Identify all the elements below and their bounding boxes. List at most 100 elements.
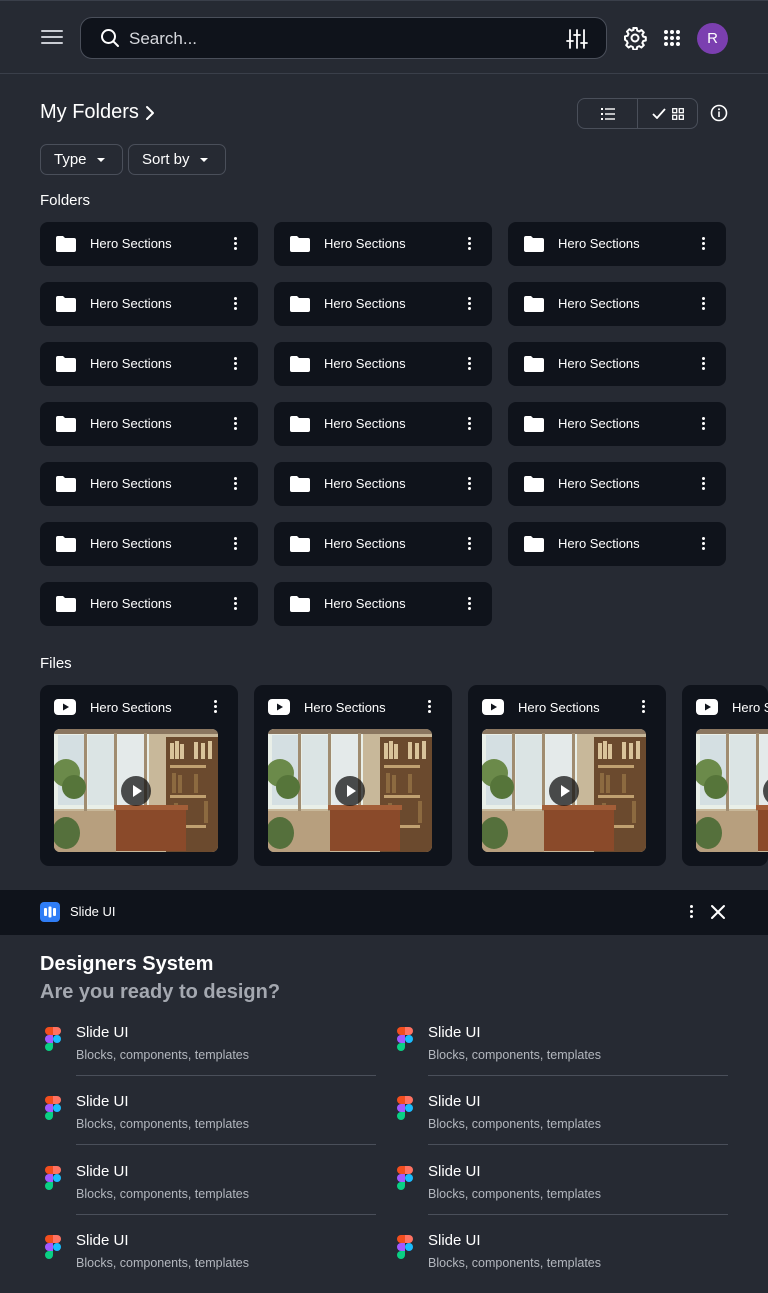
folder-name: Hero Sections [90, 296, 172, 311]
folder-card[interactable]: Hero Sections [40, 582, 258, 626]
folder-card[interactable]: Hero Sections [274, 402, 492, 446]
design-system-item[interactable]: Slide UI Blocks, components, templates [392, 1232, 728, 1288]
menu-icon[interactable] [40, 27, 64, 49]
play-icon[interactable] [121, 776, 151, 806]
item-title: Slide UI [76, 1231, 129, 1249]
kebab-icon[interactable] [702, 237, 706, 251]
folder-card[interactable]: Hero Sections [508, 282, 726, 326]
design-system-item[interactable]: Slide UI Blocks, components, templates [40, 1093, 376, 1149]
kebab-icon[interactable] [468, 417, 472, 431]
play-icon[interactable] [335, 776, 365, 806]
kebab-icon[interactable] [702, 357, 706, 371]
folder-card[interactable]: Hero Sections [508, 222, 726, 266]
file-name: Hero Sections [90, 700, 172, 715]
folder-card[interactable]: Hero Sections [274, 582, 492, 626]
folder-card[interactable]: Hero Sections [508, 462, 726, 506]
search-box[interactable] [80, 17, 607, 59]
kebab-icon[interactable] [642, 700, 646, 714]
folder-card[interactable]: Hero Sections [40, 282, 258, 326]
item-description: Blocks, components, templates [76, 1186, 249, 1201]
kebab-icon[interactable] [234, 357, 238, 371]
file-thumbnail [268, 729, 432, 852]
kebab-icon[interactable] [234, 597, 238, 611]
folder-card[interactable]: Hero Sections [40, 222, 258, 266]
list-view-button[interactable] [578, 99, 637, 128]
design-system-item[interactable]: Slide UI Blocks, components, templates [392, 1163, 728, 1219]
office-thumbnail-image [696, 729, 768, 852]
folders-heading: Folders [40, 192, 91, 209]
folder-name: Hero Sections [90, 596, 172, 611]
type-filter[interactable]: Type [40, 144, 123, 175]
folder-card[interactable]: Hero Sections [274, 222, 492, 266]
design-system-item[interactable]: Slide UI Blocks, components, templates [392, 1024, 728, 1080]
kebab-icon[interactable] [428, 700, 432, 714]
folder-name: Hero Sections [558, 236, 640, 251]
folder-card[interactable]: Hero Sections [508, 402, 726, 446]
kebab-icon[interactable] [468, 237, 472, 251]
file-card[interactable]: Hero Sections [40, 685, 238, 866]
avatar[interactable]: R [697, 23, 728, 54]
folder-name: Hero Sections [90, 536, 172, 551]
folder-card[interactable]: Hero Sections [508, 522, 726, 566]
info-icon[interactable] [710, 104, 728, 122]
kebab-icon[interactable] [690, 905, 694, 919]
folder-card[interactable]: Hero Sections [40, 522, 258, 566]
panel-header: Slide UI [0, 890, 768, 935]
folder-card[interactable]: Hero Sections [40, 462, 258, 506]
folder-card[interactable]: Hero Sections [274, 462, 492, 506]
kebab-icon[interactable] [702, 537, 706, 551]
page-title[interactable]: My Folders [40, 101, 155, 124]
folder-icon [56, 596, 76, 612]
folder-icon [290, 596, 310, 612]
folder-card[interactable]: Hero Sections [508, 342, 726, 386]
kebab-icon[interactable] [702, 477, 706, 491]
folder-icon [56, 476, 76, 492]
kebab-icon[interactable] [234, 297, 238, 311]
kebab-icon[interactable] [234, 237, 238, 251]
kebab-icon[interactable] [468, 537, 472, 551]
tune-icon[interactable] [566, 28, 588, 50]
design-system-item[interactable]: Slide UI Blocks, components, templates [392, 1093, 728, 1149]
search-input[interactable] [129, 26, 549, 52]
figma-icon [45, 1027, 61, 1051]
kebab-icon[interactable] [234, 537, 238, 551]
chevron-right-icon [145, 105, 154, 120]
kebab-icon[interactable] [214, 700, 218, 714]
folder-icon [524, 416, 544, 432]
folder-card[interactable]: Hero Sections [40, 402, 258, 446]
file-card[interactable]: Hero Sections [682, 685, 768, 866]
file-thumbnail [54, 729, 218, 852]
play-icon[interactable] [549, 776, 579, 806]
kebab-icon[interactable] [468, 477, 472, 491]
folder-name: Hero Sections [324, 356, 406, 371]
folder-icon [524, 356, 544, 372]
kebab-icon[interactable] [702, 417, 706, 431]
gear-icon[interactable] [623, 26, 647, 50]
apps-grid-icon[interactable] [663, 29, 681, 47]
kebab-icon[interactable] [468, 297, 472, 311]
design-system-item[interactable]: Slide UI Blocks, components, templates [40, 1163, 376, 1219]
file-card[interactable]: Hero Sections [254, 685, 452, 866]
design-system-item[interactable]: Slide UI Blocks, components, templates [40, 1024, 376, 1080]
kebab-icon[interactable] [234, 417, 238, 431]
youtube-icon [54, 699, 76, 715]
folder-icon [56, 236, 76, 252]
close-icon[interactable] [710, 904, 726, 920]
folder-icon [290, 476, 310, 492]
kebab-icon[interactable] [468, 357, 472, 371]
folder-card[interactable]: Hero Sections [40, 342, 258, 386]
sort-by-filter[interactable]: Sort by [128, 144, 226, 175]
folder-icon [56, 416, 76, 432]
kebab-icon[interactable] [702, 297, 706, 311]
folder-card[interactable]: Hero Sections [274, 342, 492, 386]
item-description: Blocks, components, templates [76, 1048, 249, 1062]
item-description: Blocks, components, templates [76, 1117, 249, 1132]
file-card[interactable]: Hero Sections [468, 685, 666, 866]
kebab-icon[interactable] [234, 477, 238, 491]
folder-card[interactable]: Hero Sections [274, 282, 492, 326]
design-system-item[interactable]: Slide UI Blocks, components, templates [40, 1232, 376, 1288]
folder-name: Hero Sections [558, 536, 640, 551]
kebab-icon[interactable] [468, 597, 472, 611]
folder-card[interactable]: Hero Sections [274, 522, 492, 566]
grid-view-button[interactable] [637, 99, 697, 128]
